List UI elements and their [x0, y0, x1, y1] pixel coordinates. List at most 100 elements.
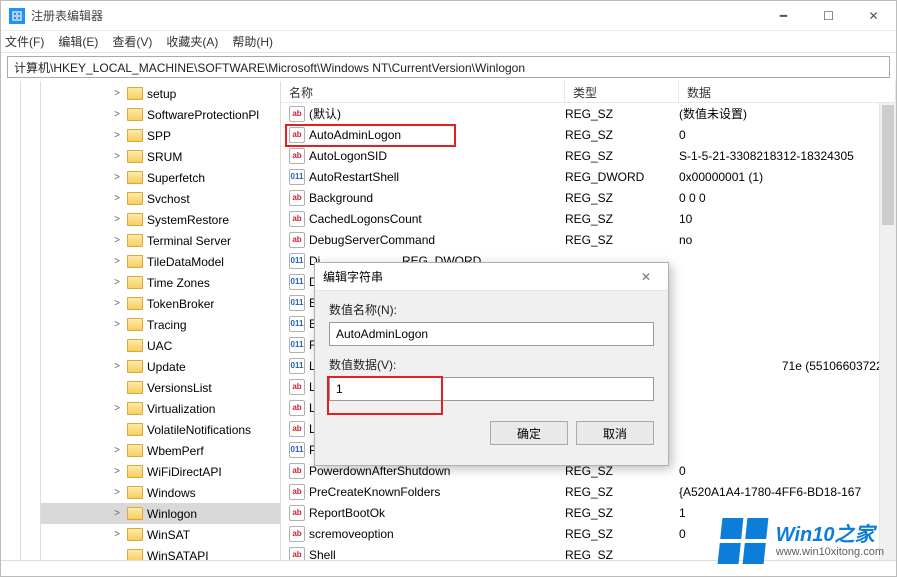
caret-icon: > [111, 487, 123, 498]
folder-icon [127, 402, 143, 415]
caret-icon: > [111, 529, 123, 540]
tree-item-tiledatamodel[interactable]: >TileDataModel [41, 251, 280, 272]
tree-item-label: Terminal Server [147, 234, 231, 248]
column-type[interactable]: 类型 [565, 81, 679, 102]
windows-logo-icon [717, 518, 768, 564]
string-icon: ab [289, 505, 305, 521]
tree-item-setup[interactable]: >setup [41, 83, 280, 104]
tree-item-time zones[interactable]: >Time Zones [41, 272, 280, 293]
folder-icon [127, 108, 143, 121]
row-data: (数值未设置) [679, 105, 896, 122]
folder-icon [127, 87, 143, 100]
vertical-scrollbar[interactable] [879, 103, 896, 560]
value-data-input[interactable] [329, 377, 654, 401]
row-name: Background [309, 191, 373, 205]
menu-file[interactable]: 文件(F) [5, 33, 44, 50]
scroll-thumb[interactable] [882, 105, 894, 225]
list-row[interactable]: abCachedLogonsCountREG_SZ10 [281, 208, 896, 229]
menu-view[interactable]: 查看(V) [112, 33, 152, 50]
row-name: CachedLogonsCount [309, 212, 422, 226]
list-row[interactable]: abAutoLogonSIDREG_SZS-1-5-21-3308218312-… [281, 145, 896, 166]
row-type: REG_SZ [565, 485, 679, 499]
row-type: REG_SZ [565, 149, 679, 163]
tree-item-srum[interactable]: >SRUM [41, 146, 280, 167]
menu-favorites[interactable]: 收藏夹(A) [166, 33, 218, 50]
list-row[interactable]: abPreCreateKnownFoldersREG_SZ{A520A1A4-1… [281, 481, 896, 502]
maximize-button[interactable]: ☐ [806, 1, 851, 31]
tree-item-winlogon[interactable]: >Winlogon [41, 503, 280, 524]
caret-icon: > [111, 109, 123, 120]
list-row[interactable]: ab(默认)REG_SZ(数值未设置) [281, 103, 896, 124]
tree-item-tokenbroker[interactable]: >TokenBroker [41, 293, 280, 314]
column-data[interactable]: 数据 [679, 81, 896, 102]
menu-edit[interactable]: 编辑(E) [58, 33, 98, 50]
row-name: (默认) [309, 105, 341, 122]
list-header: 名称 类型 数据 [281, 81, 896, 103]
tree-item-update[interactable]: >Update [41, 356, 280, 377]
row-data: 0x00000001 (1) [679, 170, 896, 184]
tree-item-wbemperf[interactable]: >WbemPerf [41, 440, 280, 461]
close-button[interactable]: ✕ [851, 1, 896, 31]
dialog-buttons: 确定 取消 [315, 411, 668, 455]
list-row[interactable]: abDebugServerCommandREG_SZno [281, 229, 896, 250]
tree-item-winsatapi[interactable]: WinSATAPI [41, 545, 280, 560]
folder-icon [127, 234, 143, 247]
column-name[interactable]: 名称 [281, 81, 565, 102]
watermark: Win10之家 www.win10xitong.com [720, 518, 884, 564]
row-data: 0 [679, 464, 896, 478]
tree-item-label: Update [147, 360, 186, 374]
tree-item-winsat[interactable]: >WinSAT [41, 524, 280, 545]
dword-icon: 011 [289, 253, 305, 269]
tree-item-tracing[interactable]: >Tracing [41, 314, 280, 335]
dword-icon: 011 [289, 358, 305, 374]
row-type: REG_SZ [565, 233, 679, 247]
folder-icon [127, 171, 143, 184]
tree-item-svchost[interactable]: >Svchost [41, 188, 280, 209]
caret-icon: > [111, 277, 123, 288]
row-name: Shell [309, 548, 336, 561]
watermark-suffix: 之家 [835, 524, 875, 546]
tree-item-windows[interactable]: >Windows [41, 482, 280, 503]
list-row[interactable]: abBackgroundREG_SZ0 0 0 [281, 187, 896, 208]
address-bar[interactable]: 计算机\HKEY_LOCAL_MACHINE\SOFTWARE\Microsof… [7, 56, 890, 78]
tree-item-superfetch[interactable]: >Superfetch [41, 167, 280, 188]
minimize-button[interactable]: ━ [761, 1, 806, 31]
row-type: REG_SZ [565, 191, 679, 205]
value-data-label: 数值数据(V): [329, 356, 654, 373]
string-icon: ab [289, 127, 305, 143]
tree-item-versionslist[interactable]: VersionsList [41, 377, 280, 398]
row-type: REG_SZ [565, 128, 679, 142]
tree-item-volatilenotifications[interactable]: VolatileNotifications [41, 419, 280, 440]
string-icon: ab [289, 379, 305, 395]
tree-item-spp[interactable]: >SPP [41, 125, 280, 146]
dialog-close-button[interactable]: ✕ [632, 267, 660, 287]
tree-item-label: Tracing [147, 318, 187, 332]
cancel-button[interactable]: 取消 [576, 421, 654, 445]
window-buttons: ━ ☐ ✕ [761, 1, 896, 31]
tree-item-label: Svchost [147, 192, 190, 206]
value-name-input[interactable] [329, 322, 654, 346]
list-row[interactable]: abAutoAdminLogonREG_SZ0 [281, 124, 896, 145]
ok-button[interactable]: 确定 [490, 421, 568, 445]
tree-item-softwareprotectionplatform[interactable]: >SoftwareProtectionPl [41, 104, 280, 125]
tree-item-virtualization[interactable]: >Virtualization [41, 398, 280, 419]
tree-item-label: Winlogon [147, 507, 197, 521]
string-icon: ab [289, 106, 305, 122]
tree-item-uac[interactable]: UAC [41, 335, 280, 356]
caret-icon: > [111, 403, 123, 414]
tree-item-wifidirectapi[interactable]: >WiFiDirectAPI [41, 461, 280, 482]
folder-icon [127, 444, 143, 457]
tree-item-terminal server[interactable]: >Terminal Server [41, 230, 280, 251]
folder-icon [127, 129, 143, 142]
folder-icon [127, 528, 143, 541]
dialog-title: 编辑字符串 [323, 268, 383, 285]
caret-icon: > [111, 256, 123, 267]
row-data: 0 0 0 [679, 191, 896, 205]
dword-icon: 011 [289, 295, 305, 311]
list-row[interactable]: 011AutoRestartShellREG_DWORD0x00000001 (… [281, 166, 896, 187]
caret-icon: > [111, 151, 123, 162]
tree-item-label: WbemPerf [147, 444, 204, 458]
tree-item-systemrestore[interactable]: >SystemRestore [41, 209, 280, 230]
folder-icon [127, 192, 143, 205]
menu-help[interactable]: 帮助(H) [232, 33, 273, 50]
